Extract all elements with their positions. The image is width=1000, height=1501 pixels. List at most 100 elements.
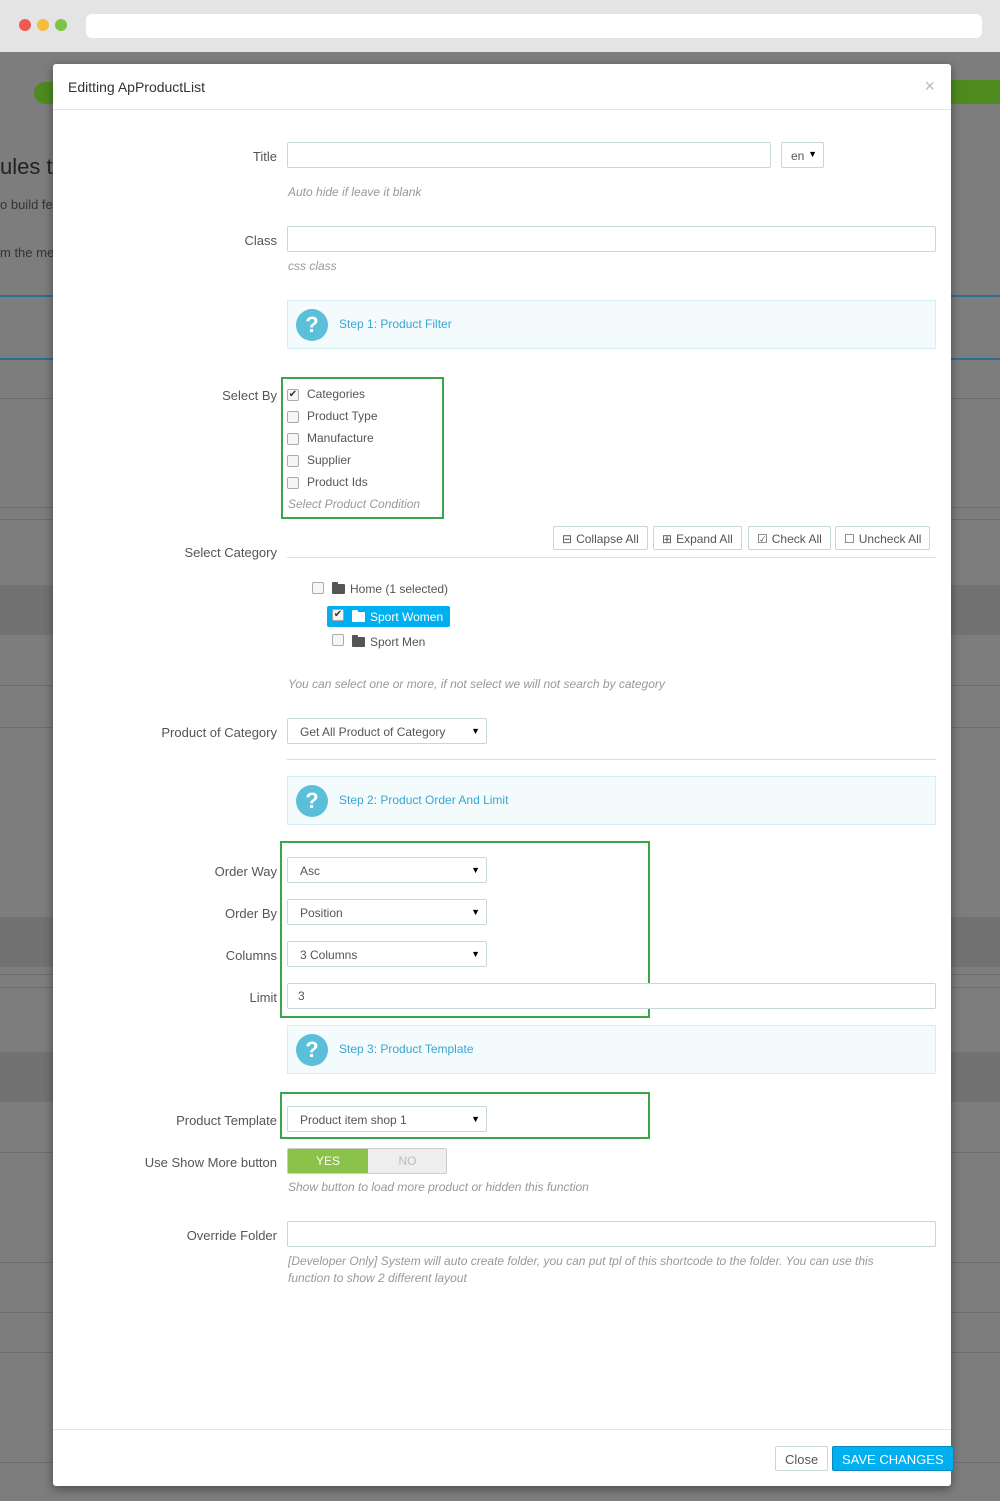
class-help: css class [288,259,337,273]
tree-node-content: Sport Women [352,610,443,624]
language-select[interactable]: en ▼ [781,142,824,168]
select-value: Product item shop 1 [300,1113,407,1127]
title-help: Auto hide if leave it blank [288,185,422,199]
folder-icon [352,610,365,622]
divider [287,759,936,760]
close-button[interactable]: Close [775,1446,829,1471]
caret-down-icon: ▼ [471,907,480,917]
checkbox[interactable] [287,477,299,489]
checkbox[interactable] [287,411,299,423]
button-label: Uncheck All [858,532,922,546]
check-square-icon: ☑ [757,532,768,546]
uncheck-all-button[interactable]: ☐ Uncheck All [835,526,931,550]
save-changes-button[interactable]: SAVE CHANGES [832,1446,954,1471]
modal-header: Editting ApProductList × [53,64,951,110]
plus-square-icon: ⊞ [662,532,673,546]
bg-text: m the me [0,245,55,260]
browser-chrome [0,0,1000,52]
select-category-label: Select Category [184,545,278,560]
override-folder-input[interactable] [287,1221,936,1247]
question-icon: ? [296,785,328,817]
select-value: 3 Columns [300,948,358,962]
tree-node-home[interactable]: Home (1 selected) [332,582,448,596]
class-input[interactable] [287,226,936,252]
bg-text: o build fe [0,197,53,212]
select-value: Position [300,906,343,920]
step3-panel: ? Step 3: Product Template [287,1025,936,1074]
override-folder-help: [Developer Only] System will auto create… [288,1254,874,1268]
product-of-category-select[interactable]: Get All Product of Category ▼ [287,718,487,744]
show-more-toggle[interactable]: YES NO [287,1148,447,1174]
button-label: Collapse All [576,532,639,546]
limit-label: Limit [249,990,277,1005]
order-by-select[interactable]: Position ▼ [287,899,487,925]
checkbox[interactable] [287,433,299,445]
checkbox-label: Manufacture [307,431,374,445]
override-folder-label: Override Folder [186,1228,277,1243]
checkbox-label: Categories [307,387,366,401]
caret-down-icon: ▼ [471,949,480,959]
category-help: You can select one or more, if not selec… [288,677,665,691]
order-way-select[interactable]: Asc ▼ [287,857,487,883]
select-by-help: Select Product Condition [288,497,421,511]
tree-node-label: Home (1 selected) [350,582,449,596]
select-value: Get All Product of Category [300,725,446,739]
modal-title: Editting ApProductList [68,79,205,95]
close-icon[interactable]: × [924,76,935,97]
modal-footer: Close SAVE CHANGES [53,1429,954,1486]
minimize-window-dot[interactable] [37,19,49,31]
language-value: en [791,149,805,163]
tree-node-sport-women[interactable]: ✔ Sport Women [327,606,450,627]
step2-panel: ? Step 2: Product Order And Limit [287,776,936,825]
columns-label: Columns [225,948,277,963]
divider [287,557,936,558]
tree-checkbox-home[interactable] [312,582,324,594]
toggle-yes[interactable]: YES [288,1149,368,1173]
check-all-button[interactable]: ☑ Check All [748,526,831,550]
step3-title: Step 3: Product Template [339,1042,474,1056]
toggle-no[interactable]: NO [368,1149,446,1173]
caret-down-icon: ▼ [471,726,480,736]
product-of-category-label: Product of Category [161,725,277,740]
select-by-label: Select By [222,388,277,403]
tree-node-label: Sport Men [370,635,426,649]
product-template-select[interactable]: Product item shop 1 ▼ [287,1106,487,1132]
address-bar[interactable] [86,14,982,38]
minus-square-icon: ⊟ [562,532,573,546]
button-label: Expand All [676,532,733,546]
checkbox-label: Product Type [307,409,378,423]
question-icon: ? [296,309,328,341]
caret-down-icon: ▼ [808,149,817,159]
checkbox[interactable]: ✔ [287,389,299,401]
caret-down-icon: ▼ [471,865,480,875]
show-more-help: Show button to load more product or hidd… [288,1180,589,1194]
checkbox[interactable] [287,455,299,467]
maximize-window-dot[interactable] [55,19,67,31]
class-label: Class [244,233,277,248]
folder-open-icon [332,582,345,594]
step2-title: Step 2: Product Order And Limit [339,793,509,807]
checkbox-label: Supplier [307,453,352,467]
button-label: Check All [771,532,822,546]
checkbox-label: Product Ids [307,475,368,489]
collapse-all-button[interactable]: ⊟ Collapse All [553,526,648,550]
step1-panel: ? Step 1: Product Filter [287,300,936,349]
show-more-label: Use Show More button [144,1155,277,1170]
close-window-dot[interactable] [19,19,31,31]
tree-checkbox-sport-men[interactable] [332,634,344,646]
folder-icon [352,635,365,647]
question-icon: ? [296,1034,328,1066]
title-input[interactable] [287,142,771,168]
columns-select[interactable]: 3 Columns ▼ [287,941,487,967]
select-value: Asc [300,864,321,878]
order-by-label: Order By [224,906,277,921]
caret-down-icon: ▼ [471,1114,480,1124]
expand-all-button[interactable]: ⊞ Expand All [653,526,742,550]
limit-input[interactable]: 3 [287,983,936,1009]
tree-checkbox[interactable]: ✔ [332,609,344,621]
tree-node-label: Sport Women [370,610,444,624]
empty-square-icon: ☐ [844,532,855,546]
step1-title: Step 1: Product Filter [339,317,452,331]
tree-node-sport-men[interactable]: Sport Men [352,635,425,649]
edit-modal: Editting ApProductList × Title en ▼ Auto… [53,64,954,1486]
